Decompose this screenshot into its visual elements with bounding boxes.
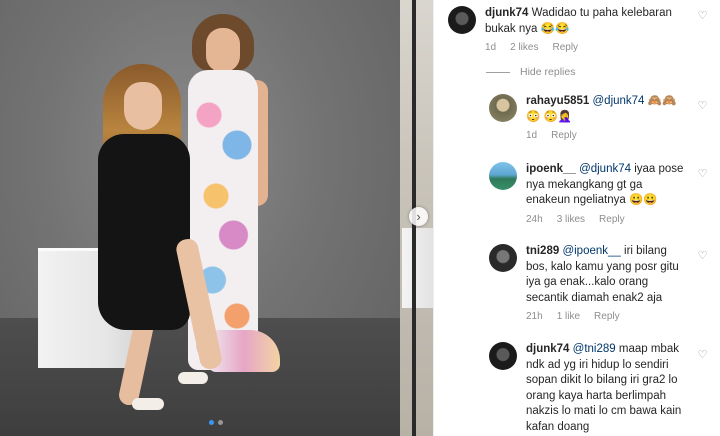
like-heart-icon[interactable]: ♡ [697, 11, 708, 22]
comment-text: ipoenk__ @djunk74 iyaa pose nya mekangka… [526, 162, 689, 209]
comment-meta: 21h 1 like Reply [526, 311, 689, 322]
carousel-dots [209, 420, 223, 425]
comment-meta: 1d Reply [526, 130, 689, 141]
comments-panel: djunk74 Wadidao tu paha kelebaran bukak … [433, 0, 720, 436]
carousel-dot [218, 420, 223, 425]
white-heel [132, 398, 164, 410]
black-dress [98, 134, 190, 330]
comment-text: tni289 @ipoenk__ iri bilang bos, kalo ka… [526, 244, 689, 306]
comment-body: djunk74 @tni289 maap mbak ndk ad yg iri … [526, 342, 689, 435]
hide-replies-line [486, 71, 510, 73]
comment-time: 1d [526, 130, 538, 141]
standing-woman-face [206, 28, 240, 72]
post-photo[interactable]: › [0, 0, 433, 436]
comment-body: ipoenk__ @djunk74 iyaa pose nya mekangka… [526, 162, 689, 225]
comment: djunk74 Wadidao tu paha kelebaran bukak … [448, 6, 684, 53]
avatar[interactable] [489, 94, 517, 122]
comment-likes[interactable]: 1 like [557, 311, 580, 322]
comment-body: tni289 @ipoenk__ iri bilang bos, kalo ka… [526, 244, 689, 322]
comment-text: rahayu5851 @djunk74 🙈🙈😳 😳🤦‍♀️ [526, 94, 689, 125]
comment-meta: 24h 3 likes Reply [526, 214, 689, 225]
comment-time: 24h [526, 213, 543, 225]
like-heart-icon[interactable]: ♡ [697, 251, 708, 262]
reply-button[interactable]: Reply [594, 311, 620, 322]
carousel-dot-active [209, 420, 214, 425]
reply-button[interactable]: Reply [552, 42, 578, 53]
comment-mention[interactable]: @tni289 [573, 343, 616, 355]
comment-likes[interactable]: 3 likes [557, 214, 585, 225]
comment-time: 1d [485, 42, 497, 53]
comment-username[interactable]: ipoenk__ [526, 163, 576, 175]
avatar[interactable] [489, 244, 517, 272]
like-heart-icon[interactable]: ♡ [697, 350, 708, 361]
comment-body: rahayu5851 @djunk74 🙈🙈😳 😳🤦‍♀️ 1d Reply [526, 94, 689, 141]
comment-body: djunk74 Wadidao tu paha kelebaran bukak … [485, 6, 684, 53]
like-heart-icon[interactable]: ♡ [697, 169, 708, 180]
comment-username[interactable]: rahayu5851 [526, 95, 589, 107]
avatar[interactable] [489, 342, 517, 370]
carousel-next-button[interactable]: › [409, 207, 428, 226]
comment-mention[interactable]: @djunk74 [579, 163, 631, 175]
reply-comment: rahayu5851 @djunk74 🙈🙈😳 😳🤦‍♀️ 1d Reply [489, 94, 689, 141]
comment-username[interactable]: djunk74 [526, 343, 569, 355]
reply-button[interactable]: Reply [599, 214, 625, 225]
comment-meta: 1d 2 likes Reply [485, 42, 684, 53]
comment-time: 21h [526, 311, 543, 322]
white-heel [178, 372, 208, 384]
comment-username[interactable]: tni289 [526, 245, 559, 257]
like-heart-icon[interactable]: ♡ [697, 101, 708, 112]
comment-mention[interactable]: @djunk74 [593, 95, 645, 107]
softbox [402, 228, 433, 308]
comment-username[interactable]: djunk74 [485, 7, 528, 19]
comment-content: maap mbak ndk ad yg iri hidup lo sendiri… [526, 343, 682, 433]
reply-button[interactable]: Reply [551, 130, 577, 141]
avatar[interactable] [489, 162, 517, 190]
reply-comment: djunk74 @tni289 maap mbak ndk ad yg iri … [489, 342, 689, 435]
seated-woman-face [124, 82, 162, 130]
reply-comment: tni289 @ipoenk__ iri bilang bos, kalo ka… [489, 244, 689, 322]
comment-text: djunk74 Wadidao tu paha kelebaran bukak … [485, 6, 684, 37]
comment-text: djunk74 @tni289 maap mbak ndk ad yg iri … [526, 342, 689, 435]
hide-replies-label: Hide replies [520, 66, 576, 78]
reply-comment: ipoenk__ @djunk74 iyaa pose nya mekangka… [489, 162, 689, 225]
hide-replies-button[interactable]: Hide replies [486, 66, 575, 78]
comment-mention[interactable]: @ipoenk__ [562, 245, 620, 257]
avatar[interactable] [448, 6, 476, 34]
comment-likes[interactable]: 2 likes [510, 42, 538, 53]
